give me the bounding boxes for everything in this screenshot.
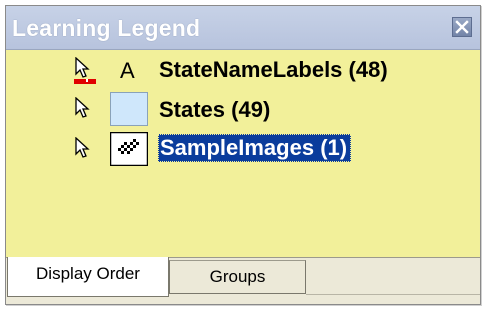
legend-item-label[interactable]: States (49) <box>159 96 270 124</box>
legend-list: A StateNameLabels (48) States (49) Sampl… <box>6 50 480 260</box>
learning-legend-window: Learning Legend A StateNameLabels (48) S… <box>5 5 481 305</box>
title-bar[interactable]: Learning Legend <box>6 6 480 50</box>
close-icon <box>455 20 469 34</box>
legend-item-label[interactable]: StateNameLabels (48) <box>159 56 388 84</box>
legend-item-label-selected[interactable]: SampleImages (1) <box>158 134 352 162</box>
pointer-icon <box>75 137 90 158</box>
tab-bar: Display Order Groups <box>6 257 480 304</box>
close-button[interactable] <box>452 17 472 37</box>
tab-bar-divider <box>306 294 480 295</box>
pointer-icon <box>75 97 90 118</box>
legend-item-statenamelabels[interactable]: A StateNameLabels (48) <box>6 50 480 90</box>
tab-display-order[interactable]: Display Order <box>7 257 169 297</box>
fill-swatch-icon <box>110 92 148 126</box>
text-symbol-icon: A <box>120 58 135 83</box>
tab-groups[interactable]: Groups <box>169 260 306 294</box>
legend-item-sampleimages[interactable]: SampleImages (1) <box>6 130 480 170</box>
window-title: Learning Legend <box>12 15 201 41</box>
pointer-red-underline-icon <box>74 57 96 84</box>
legend-item-states[interactable]: States (49) <box>6 90 480 130</box>
image-pattern-icon <box>110 132 148 166</box>
